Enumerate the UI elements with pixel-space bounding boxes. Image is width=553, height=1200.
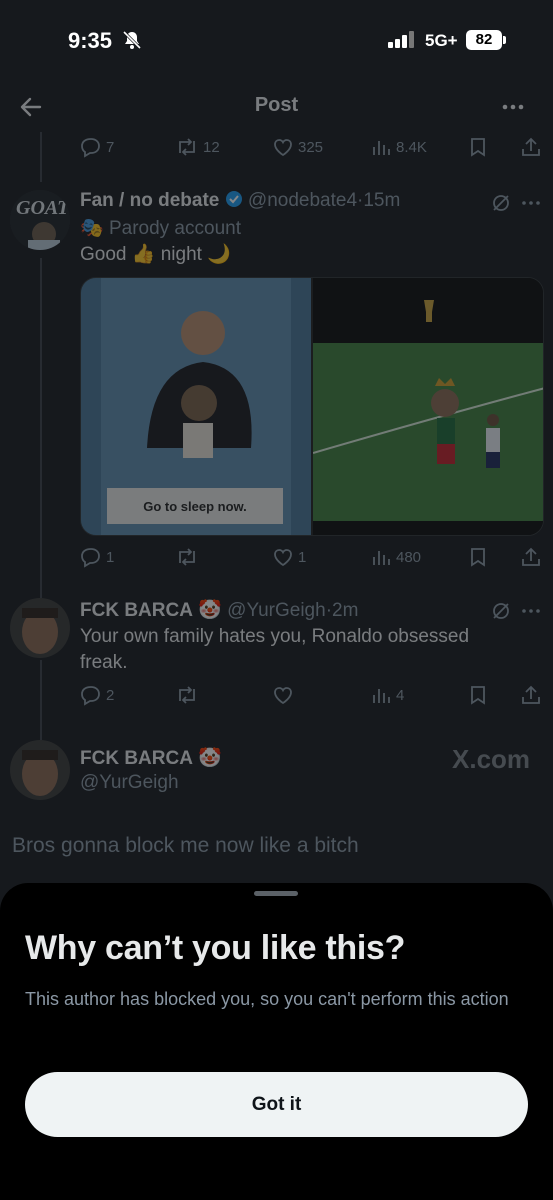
post-time: 15m [363, 190, 401, 211]
clown-icon: 🤡 [198, 600, 222, 621]
reply-icon [81, 548, 100, 568]
tweet-more-icon[interactable] [520, 600, 542, 627]
clown-icon: 🤡 [198, 748, 222, 769]
share-icon[interactable] [520, 546, 542, 568]
views-button[interactable]: 4 [370, 684, 404, 706]
like-button[interactable]: 1 [272, 546, 306, 568]
thread-line [40, 258, 42, 598]
avatar-text: GOAT [16, 197, 70, 219]
repost-icon[interactable] [175, 546, 199, 568]
grok-icon[interactable] [490, 600, 512, 627]
tweet1-actions: 1 1 480 [80, 546, 540, 572]
views-icon [373, 141, 390, 155]
bookmark-icon[interactable] [468, 136, 488, 158]
bottom-sheet: Why can’t you like this? This author has… [0, 883, 553, 1200]
watermark: X.com [452, 744, 531, 774]
more-options-icon[interactable] [500, 94, 526, 125]
tweet-more-icon[interactable] [520, 192, 542, 219]
screen: 9:35 5G+ 82 Post 7 12 325 8.4K GOAT Fan … [0, 0, 553, 1200]
repost-button[interactable]: 12 [175, 136, 220, 158]
reply-count: 2 [106, 686, 115, 704]
author-name[interactable]: FCK BARCA [80, 600, 193, 621]
author-handle[interactable]: @YurGeigh [227, 600, 326, 621]
bell-muted-icon [122, 30, 142, 55]
status-time: 9:35 [68, 28, 113, 53]
sheet-grabber[interactable] [254, 891, 298, 896]
grok-icon[interactable] [490, 192, 512, 219]
author-handle[interactable]: @YurGeigh [80, 772, 179, 794]
reply-button[interactable]: 2 [80, 684, 114, 706]
views-icon [373, 551, 390, 565]
post-time: 2m [332, 600, 359, 621]
share-icon[interactable] [520, 136, 542, 158]
tweet2-header: FCK BARCA 🤡 @YurGeigh·2m [80, 598, 358, 622]
like-count: 1 [298, 548, 307, 566]
status-bar: 9:35 5G+ 82 [0, 0, 553, 80]
reply-button[interactable]: 7 [80, 136, 114, 158]
tweet1-text-good: Good [80, 244, 127, 265]
tweet3-header: FCK BARCA 🤡 [80, 746, 222, 770]
avatar[interactable] [10, 598, 70, 658]
author-name[interactable]: FCK BARCA [80, 748, 193, 769]
tweet2-actions: 2 4 [80, 684, 540, 710]
battery-level: 82 [466, 30, 502, 50]
views-count: 4 [396, 686, 405, 704]
avatar[interactable] [10, 740, 70, 800]
reply-text: Bros gonna block me now like a bitch [12, 834, 359, 857]
reply-button[interactable]: 1 [80, 546, 114, 568]
like-count: 325 [298, 138, 324, 156]
heart-icon[interactable] [272, 684, 294, 706]
views-button[interactable]: 8.4K [370, 136, 427, 158]
views-icon [373, 689, 390, 703]
got-it-button[interactable]: Got it [25, 1072, 528, 1137]
sheet-subtitle: This author has blocked you, so you can'… [25, 989, 509, 1009]
reply-icon [81, 138, 100, 158]
author-name[interactable]: Fan / no debate [80, 190, 219, 211]
views-count: 480 [396, 548, 422, 566]
repost-icon [179, 138, 195, 156]
media-image-right[interactable] [312, 278, 543, 535]
tweet1-text-night: night [160, 244, 202, 265]
thread-line [40, 660, 42, 740]
repost-count: 12 [203, 138, 220, 156]
cell-signal-icon [388, 30, 418, 53]
heart-icon [274, 549, 292, 567]
network-type: 5G+ [425, 31, 458, 50]
share-icon[interactable] [520, 684, 542, 706]
views-count: 8.4K [396, 138, 427, 156]
repost-icon[interactable] [175, 684, 199, 706]
battery-tip [503, 36, 506, 44]
reply-count: 1 [106, 548, 115, 566]
image-caption: Go to sleep now. [143, 499, 247, 514]
tweet1-text: Good 👍 night 🌙 [80, 242, 231, 268]
sheet-title: Why can’t you like this? [25, 929, 406, 967]
media-image-left[interactable]: Go to sleep now. [81, 278, 311, 535]
post-header: Post [0, 80, 553, 132]
tweet2-text: Your own family hates you, Ronaldo obses… [80, 626, 470, 673]
tweet1-header: Fan / no debate @nodebate4·15m [80, 190, 400, 212]
like-button[interactable]: 325 [272, 136, 323, 158]
bookmark-icon[interactable] [468, 546, 488, 568]
mask-icon: 🎭 [80, 218, 104, 239]
crescent-moon-icon: 🌙 [207, 244, 231, 265]
verified-icon [225, 190, 243, 211]
heart-icon [274, 139, 292, 157]
media-grid: Go to sleep now. [80, 277, 544, 536]
reply-count: 7 [106, 138, 115, 156]
avatar[interactable]: GOAT [10, 190, 70, 250]
parody-text: Parody account [108, 218, 241, 239]
parent-post-actions: 7 12 325 8.4K [80, 136, 540, 162]
page-title: Post [254, 94, 299, 116]
reply-icon [81, 686, 100, 706]
bookmark-icon[interactable] [468, 684, 488, 706]
author-handle[interactable]: @nodebate4 [248, 190, 357, 211]
parody-label: 🎭 Parody account [80, 216, 241, 242]
thread-line [40, 132, 42, 182]
views-button[interactable]: 480 [370, 546, 421, 568]
thumbs-up-icon: 👍 [131, 244, 156, 265]
